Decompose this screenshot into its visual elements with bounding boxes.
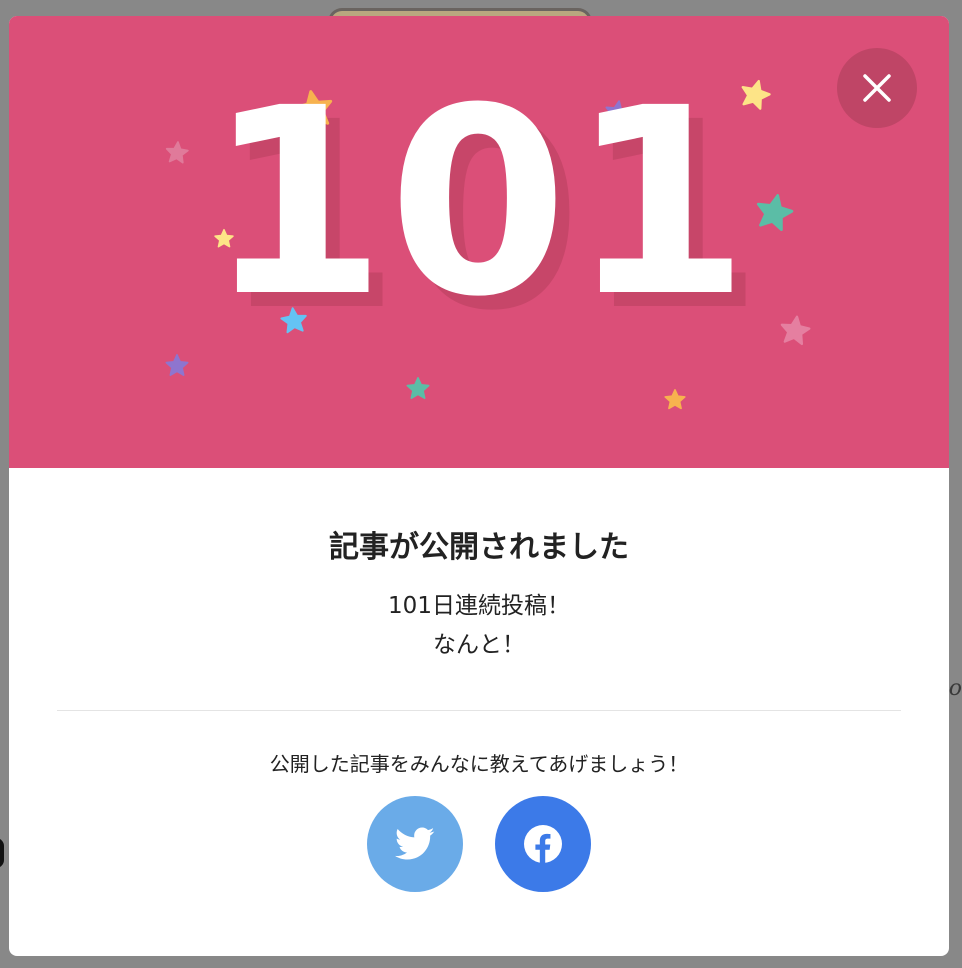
exclaim-message: なんと！ [433, 632, 525, 658]
share-prompt: 公開した記事をみんなに教えてあげましょう！ [269, 752, 689, 776]
modal-title: 記事が公開されました [329, 530, 629, 565]
twitter-icon [395, 827, 435, 860]
facebook-share-button[interactable] [495, 796, 591, 892]
streak-number: 101 [206, 53, 752, 353]
twitter-share-button[interactable] [367, 796, 463, 892]
facebook-icon [524, 825, 562, 863]
star-icon [165, 354, 189, 376]
streak-message: 101日連続投稿！ [388, 593, 570, 619]
publish-success-modal: 101 101 記事が公開されました 101日連続投稿！ なんと！ 公開した記事… [9, 16, 949, 956]
star-icon [406, 377, 430, 399]
star-icon [664, 389, 686, 410]
background-shape [0, 838, 4, 868]
divider [57, 710, 901, 711]
celebration-banner: 101 101 [9, 16, 949, 468]
close-button[interactable] [837, 48, 917, 128]
close-icon [863, 74, 891, 102]
